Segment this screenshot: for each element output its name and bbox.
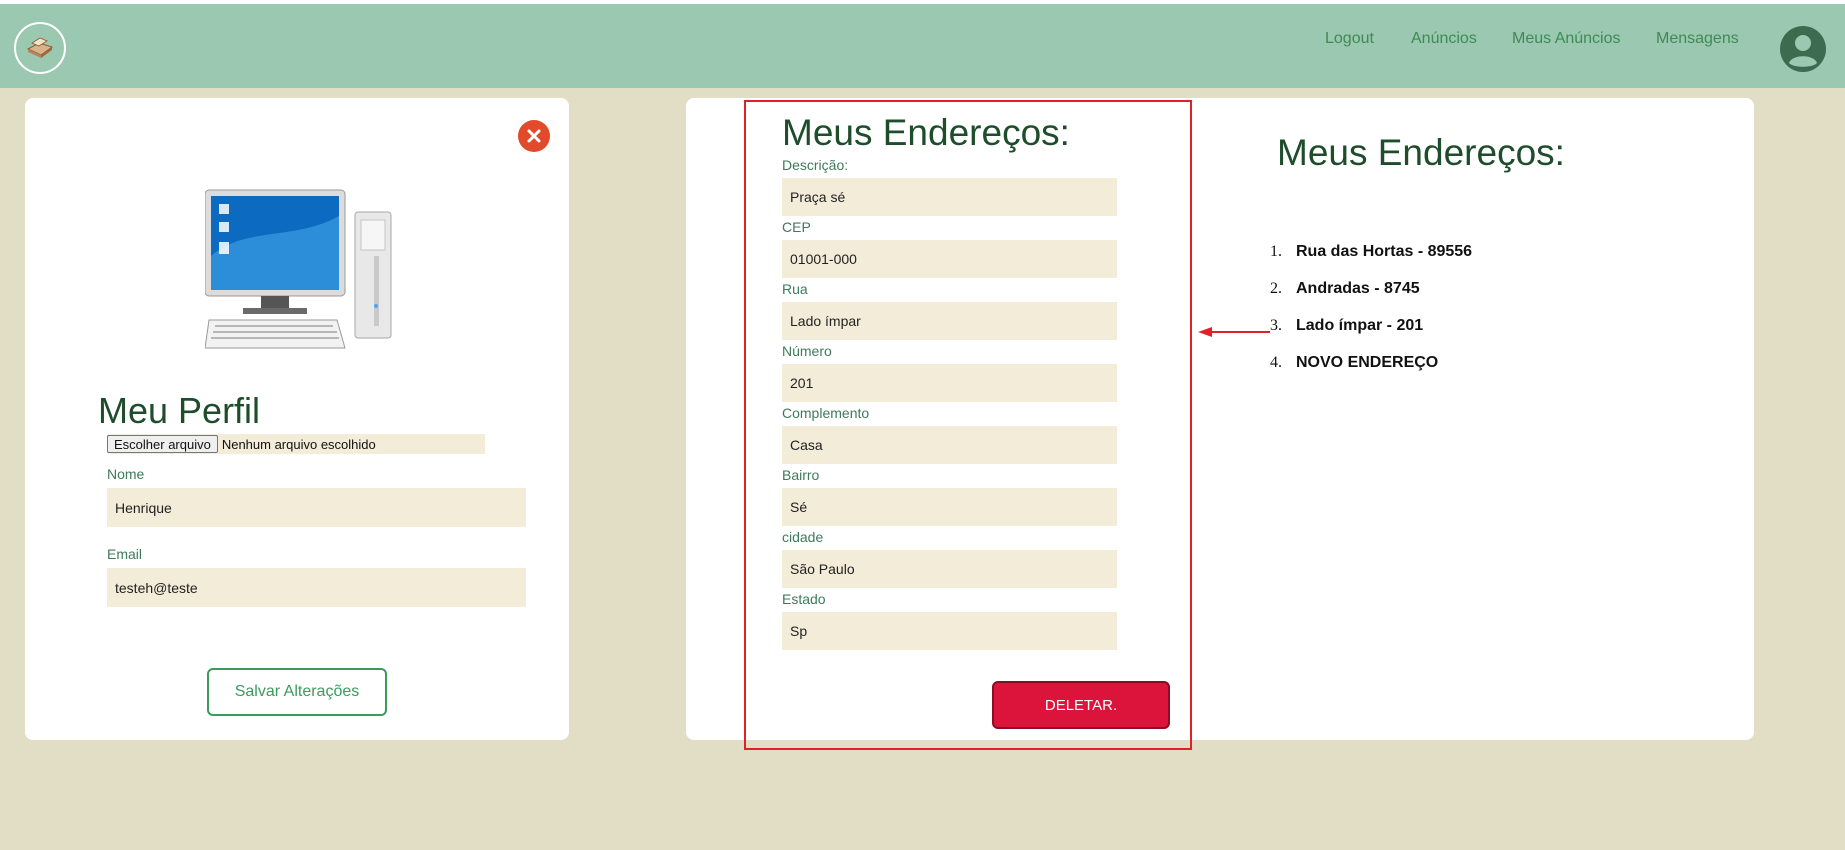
cep-label: CEP (782, 219, 811, 235)
bairro-field[interactable] (782, 488, 1117, 526)
rua-field[interactable] (782, 302, 1117, 340)
close-icon[interactable] (518, 120, 550, 152)
estado-field[interactable] (782, 612, 1117, 650)
descricao-label: Descrição: (782, 157, 849, 173)
address-item-number: 2. (1270, 280, 1282, 297)
address-list: 1. Rua das Hortas - 89556 2. Andradas - … (1270, 243, 1472, 391)
file-status: Nenhum arquivo escolhido (221, 436, 376, 452)
address-form-title: Meus Endereços: (782, 112, 1070, 153)
address-item-text[interactable]: Lado ímpar - 201 (1296, 317, 1423, 354)
choose-file-button[interactable]: Escolher arquivo (107, 435, 218, 453)
bairro-label: Bairro (782, 467, 820, 483)
email-field[interactable] (107, 568, 526, 607)
complemento-field[interactable] (782, 426, 1117, 464)
header-bar: Logout Anúncios Meus Anúncios Mensagens (0, 4, 1845, 88)
complemento-label: Complemento (782, 405, 870, 421)
address-item[interactable]: 2. Andradas - 8745 (1270, 280, 1472, 317)
file-upload: Escolher arquivo Nenhum arquivo escolhid… (107, 434, 485, 454)
address-item-text[interactable]: NOVO ENDEREÇO (1296, 354, 1438, 391)
profile-title: Meu Perfil (98, 390, 261, 431)
name-label: Nome (107, 466, 145, 482)
cidade-label: cidade (782, 529, 824, 545)
address-item-number: 1. (1270, 243, 1282, 260)
arrow-left-icon (1198, 327, 1270, 337)
nav-mensagens[interactable]: Mensagens (1656, 30, 1739, 60)
estado-label: Estado (782, 591, 826, 607)
address-item[interactable]: 3. Lado ímpar - 201 (1270, 317, 1472, 354)
address-item[interactable]: 1. Rua das Hortas - 89556 (1270, 243, 1472, 280)
address-item-text[interactable]: Andradas - 8745 (1296, 280, 1420, 317)
email-label: Email (107, 546, 143, 562)
address-item-number: 3. (1270, 317, 1282, 334)
delete-button[interactable]: DELETAR. (992, 681, 1170, 729)
name-field[interactable] (107, 488, 526, 527)
address-item-text[interactable]: Rua das Hortas - 89556 (1296, 243, 1472, 280)
address-item[interactable]: 4. NOVO ENDEREÇO (1270, 354, 1472, 391)
user-avatar-icon[interactable] (1780, 26, 1826, 72)
numero-field[interactable] (782, 364, 1117, 402)
descricao-field[interactable] (782, 178, 1117, 216)
nav-anuncios[interactable]: Anúncios (1411, 30, 1477, 60)
save-changes-button[interactable]: Salvar Alterações (207, 668, 387, 716)
computer-image (205, 189, 392, 349)
address-list-title: Meus Endereços: (1277, 132, 1565, 173)
book-logo-icon[interactable] (14, 22, 66, 74)
cep-field[interactable] (782, 240, 1117, 278)
cidade-field[interactable] (782, 550, 1117, 588)
address-item-number: 4. (1270, 354, 1282, 371)
rua-label: Rua (782, 281, 808, 297)
numero-label: Número (782, 343, 832, 359)
nav-logout[interactable]: Logout (1325, 30, 1374, 60)
nav-meus-anuncios[interactable]: Meus Anúncios (1512, 30, 1621, 60)
